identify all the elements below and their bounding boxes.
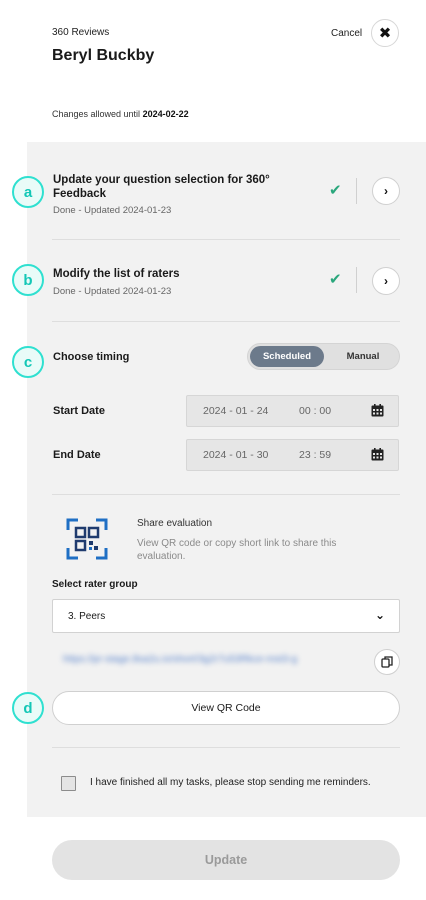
page-title: Beryl Buckby <box>52 47 155 64</box>
close-icon: ✖ <box>378 25 392 42</box>
section-divider <box>52 321 400 322</box>
step-status-questions: Done - Updated 2024-01-23 <box>53 205 172 216</box>
section-divider <box>52 747 400 748</box>
end-date-field[interactable]: 2024 - 01 - 30 23 : 59 <box>186 439 399 471</box>
step-badge-c: c <box>12 346 44 378</box>
end-time-value: 23 : 59 <box>299 449 332 461</box>
timing-toggle: Scheduled Manual <box>247 343 400 370</box>
open-questions-button[interactable]: › <box>372 177 400 205</box>
step-badge-a: a <box>12 176 44 208</box>
short-link: https://pr-stage.8sa2u.io/short/3g2r7u53… <box>63 654 298 665</box>
cancel-link[interactable]: Cancel <box>331 28 362 39</box>
chevron-down-icon: ⌄ <box>374 608 385 622</box>
calendar-icon <box>371 404 384 417</box>
start-date-label: Start Date <box>53 405 105 417</box>
qr-code-icon <box>66 518 108 560</box>
end-date-value: 2024 - 01 - 30 <box>203 449 269 461</box>
start-date-value: 2024 - 01 - 24 <box>203 405 269 417</box>
share-title: Share evaluation <box>137 518 213 529</box>
changes-prefix: Changes allowed until <box>52 109 143 119</box>
check-icon: ✔ <box>329 271 342 288</box>
toggle-manual[interactable]: Manual <box>328 346 398 367</box>
changes-date: 2024-02-22 <box>142 109 189 119</box>
step-badge-b: b <box>12 264 44 296</box>
close-button[interactable]: ✖ <box>371 19 399 47</box>
stop-reminders-checkbox[interactable] <box>61 776 76 791</box>
start-time-value: 00 : 00 <box>299 405 332 417</box>
view-qr-code-button[interactable]: View QR Code <box>52 691 400 725</box>
changes-deadline: Changes allowed until 2024-02-22 <box>52 109 189 119</box>
divider <box>356 178 357 204</box>
rater-group-value: 3. Peers <box>68 611 106 622</box>
step-title-raters: Modify the list of raters <box>53 268 180 280</box>
header-subtitle: 360 Reviews <box>52 27 110 38</box>
section-divider <box>52 239 400 240</box>
calendar-icon <box>371 448 384 461</box>
stop-reminders-label: I have finished all my tasks, please sto… <box>90 777 371 788</box>
share-description: View QR code or copy short link to share… <box>137 538 337 562</box>
section-divider <box>52 494 400 495</box>
chevron-right-icon: › <box>384 274 388 288</box>
copy-icon <box>381 656 393 668</box>
divider <box>356 267 357 293</box>
copy-link-button[interactable] <box>374 649 400 675</box>
rater-group-select[interactable]: 3. Peers ⌄ <box>52 599 400 633</box>
rater-group-label: Select rater group <box>52 579 138 590</box>
end-date-label: End Date <box>53 449 101 461</box>
start-date-field[interactable]: 2024 - 01 - 24 00 : 00 <box>186 395 399 427</box>
timing-label: Choose timing <box>53 351 130 363</box>
step-badge-d: d <box>12 692 44 724</box>
chevron-right-icon: › <box>384 184 388 198</box>
toggle-scheduled[interactable]: Scheduled <box>250 346 324 367</box>
check-icon: ✔ <box>329 182 342 199</box>
step-status-raters: Done - Updated 2024-01-23 <box>53 286 172 297</box>
step-title-questions: Update your question selection for 360° … <box>53 174 270 200</box>
update-button[interactable]: Update <box>52 840 400 880</box>
open-raters-button[interactable]: › <box>372 267 400 295</box>
